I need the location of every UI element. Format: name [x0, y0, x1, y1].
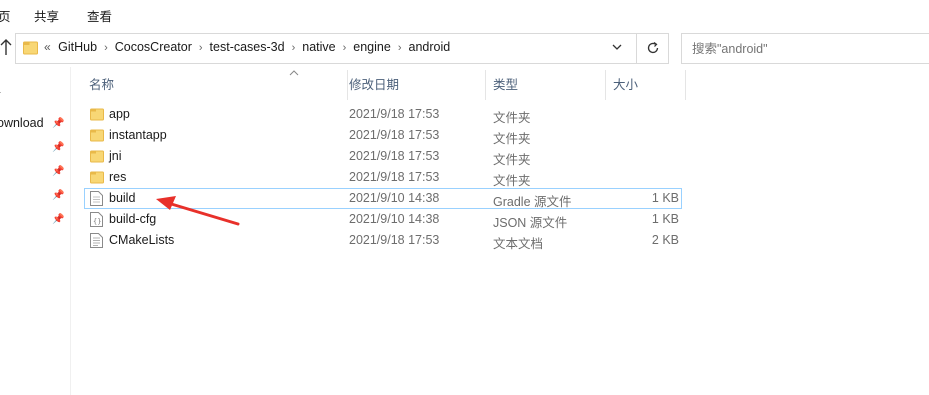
refresh-icon: [647, 41, 658, 54]
column-name[interactable]: 名称: [82, 70, 348, 100]
ribbon: 页 共享 查看: [0, 0, 929, 28]
file-date: 2021/9/18 17:53: [349, 170, 440, 184]
folder-icon: [90, 149, 104, 164]
chevron-right-icon[interactable]: ›: [104, 42, 108, 54]
file-row[interactable]: app 2021/9/18 17:53 文件夹: [84, 104, 682, 125]
file-date: 2021/9/18 17:53: [349, 233, 440, 247]
file-type: JSON 源文件: [493, 216, 568, 230]
file-name: res: [109, 170, 127, 184]
pin-icon: 📌: [52, 142, 65, 153]
file-row[interactable]: jni 2021/9/18 17:53 文件夹: [84, 146, 682, 167]
breadcrumb-item[interactable]: engine: [353, 40, 391, 54]
pin-icon: 📌: [52, 190, 65, 201]
file-name: jni: [109, 149, 122, 163]
file-type: 文件夹: [493, 153, 531, 167]
file-row[interactable]: res 2021/9/18 17:53 文件夹: [84, 167, 682, 188]
column-header: 名称 修改日期 类型 大小: [82, 70, 687, 100]
document-icon: [90, 191, 104, 206]
text-file-icon: [90, 233, 104, 248]
search-box[interactable]: [681, 33, 929, 64]
breadcrumb-item[interactable]: CocosCreator: [115, 40, 192, 54]
folder-icon: [90, 107, 104, 122]
file-type: 文件夹: [493, 111, 531, 125]
address-row: « GitHub › CocosCreator › test-cases-3d › nati…: [0, 29, 929, 67]
file-date: 2021/9/10 14:38: [349, 212, 440, 226]
chevron-down-icon[interactable]: [610, 42, 624, 56]
file-name: build: [109, 191, 136, 205]
file-date: 2021/9/18 17:53: [349, 149, 440, 163]
column-type[interactable]: 类型: [487, 70, 606, 100]
pin-icon: 📌: [52, 166, 65, 177]
ribbon-tab-share[interactable]: 共享: [34, 6, 59, 25]
nav-item-downloads[interactable]: ownload: [0, 116, 44, 130]
file-type: Gradle 源文件: [493, 195, 572, 209]
pin-icon: 📌: [52, 214, 65, 225]
ribbon-tab-view[interactable]: 查看: [87, 6, 112, 25]
breadcrumb-item[interactable]: test-cases-3d: [210, 40, 285, 54]
breadcrumb-item[interactable]: GitHub: [58, 40, 97, 54]
breadcrumb: « GitHub › CocosCreator › test-cases-3d › nati…: [44, 40, 450, 54]
ribbon-tab-page[interactable]: 页: [0, 6, 11, 25]
chevron-right-icon[interactable]: ›: [199, 42, 203, 54]
svg-text:{}: {}: [93, 218, 101, 226]
file-name: app: [109, 107, 130, 121]
file-row[interactable]: CMakeLists 2021/9/18 17:53 文本文档 2 KB: [84, 230, 682, 251]
file-size: 1 KB: [651, 191, 679, 205]
chevron-right-icon[interactable]: ›: [343, 42, 347, 54]
file-name: CMakeLists: [109, 233, 175, 247]
chevron-right-icon[interactable]: ›: [398, 42, 402, 54]
breadcrumb-item[interactable]: android: [409, 40, 451, 54]
file-row[interactable]: instantapp 2021/9/18 17:53 文件夹: [84, 125, 682, 146]
file-name: instantapp: [109, 128, 167, 142]
json-file-icon: {}: [90, 212, 104, 227]
up-arrow-icon[interactable]: [0, 38, 14, 58]
file-size: 1 KB: [651, 212, 679, 226]
breadcrumb-overflow[interactable]: «: [44, 40, 51, 54]
search-input[interactable]: [690, 39, 924, 59]
column-size[interactable]: 大小: [607, 70, 686, 100]
file-type: 文件夹: [493, 174, 531, 188]
file-date: 2021/9/18 17:53: [349, 107, 440, 121]
refresh-button[interactable]: [637, 33, 669, 64]
folder-icon: [90, 170, 104, 185]
address-bar[interactable]: « GitHub › CocosCreator › test-cases-3d › nati…: [15, 33, 637, 64]
file-size: 2 KB: [651, 233, 679, 247]
file-type: 文件夹: [493, 132, 531, 146]
folder-icon: [23, 40, 38, 55]
breadcrumb-item[interactable]: native: [302, 40, 335, 54]
pin-icon: 📌: [52, 118, 65, 129]
file-type: 文本文档: [493, 237, 544, 251]
folder-icon: [90, 128, 104, 143]
chevron-right-icon[interactable]: ›: [292, 42, 296, 54]
file-date: 2021/9/10 14:38: [349, 191, 440, 205]
column-date[interactable]: 修改日期: [343, 70, 486, 100]
annotation-arrow-icon: [156, 196, 240, 226]
navigation-pane: ī ownload 📌 📌 📌 📌 📌: [0, 67, 71, 395]
file-date: 2021/9/18 17:53: [349, 128, 440, 142]
